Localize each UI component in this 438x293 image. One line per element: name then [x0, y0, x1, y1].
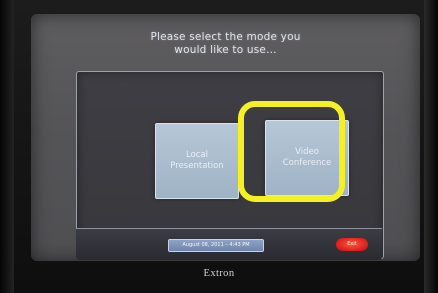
exit-button[interactable]: Exit [336, 238, 368, 251]
touch-screen: Please select the mode you would like to… [31, 14, 420, 261]
brand-logo: Extron [203, 268, 235, 279]
bezel-right-edge [424, 0, 438, 293]
date-time-display: August 08, 2011 – 4:43 PM [168, 239, 264, 252]
local-presentation-button[interactable]: Local Presentation [155, 123, 239, 199]
video-conference-button[interactable]: Video Conference [265, 120, 349, 196]
bezel-left-edge [0, 0, 14, 293]
mode-prompt-title: Please select the mode you would like to… [150, 31, 301, 56]
